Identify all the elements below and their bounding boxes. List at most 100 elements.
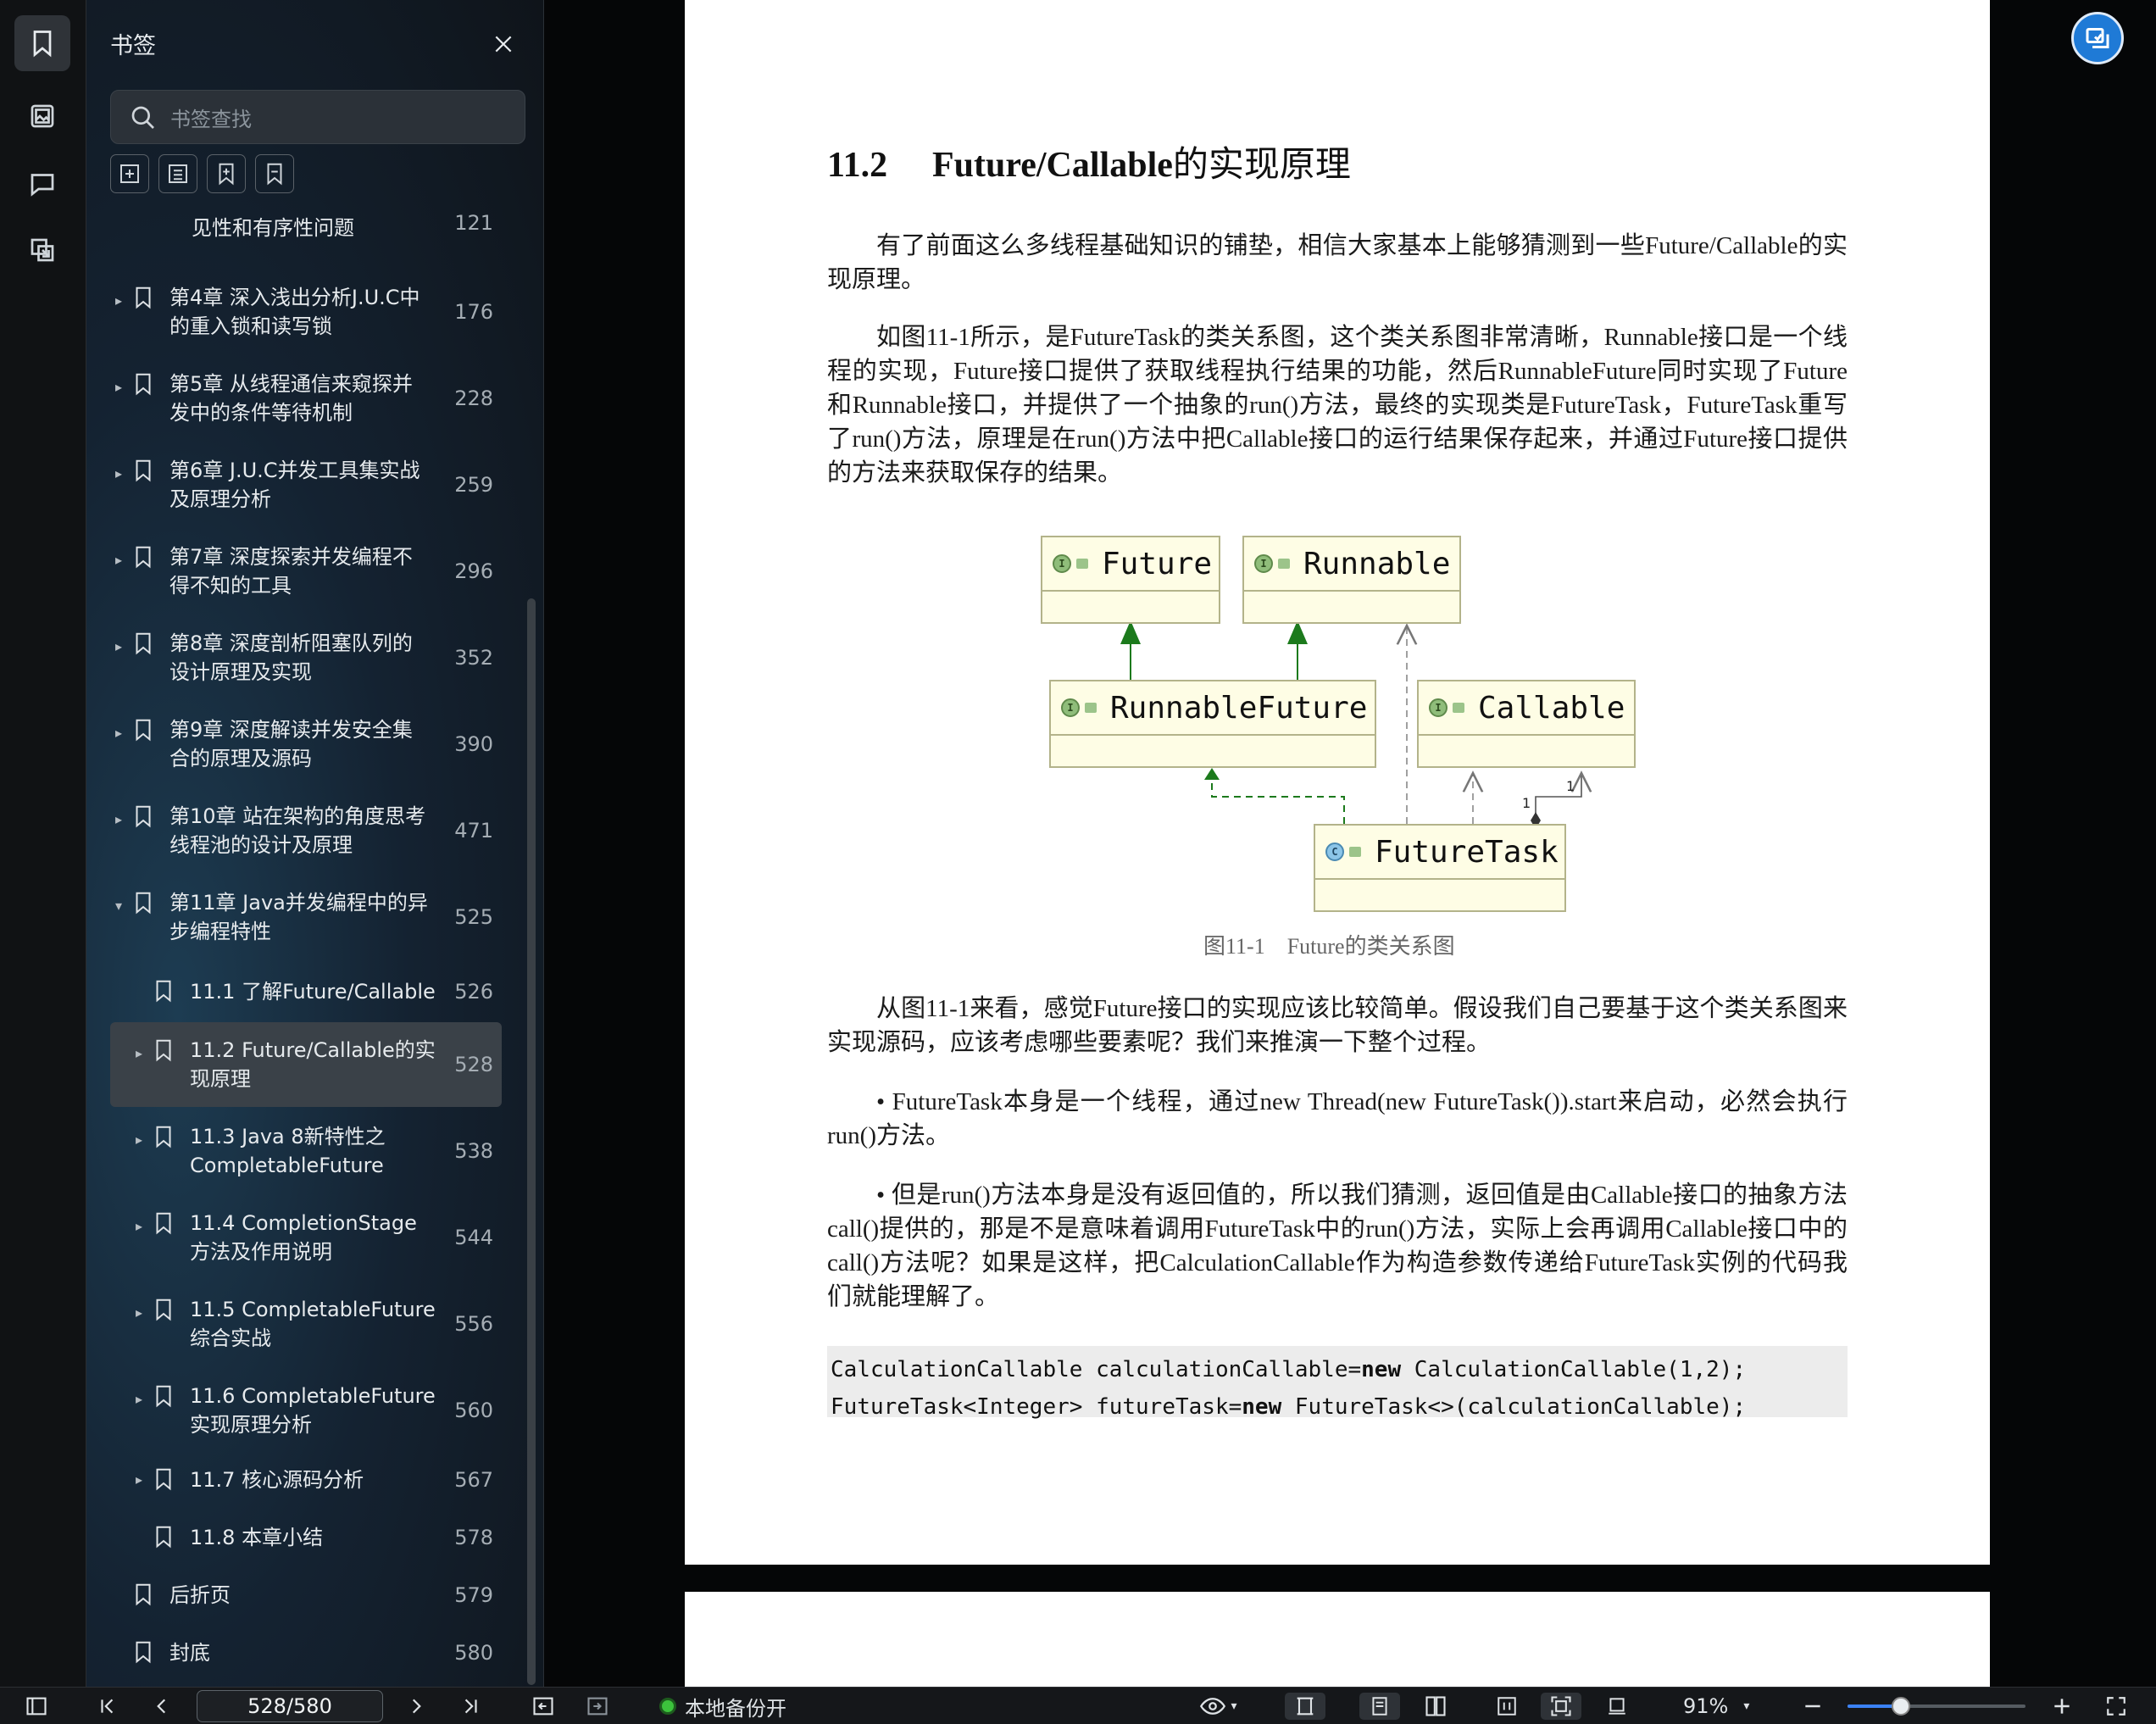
forward-button[interactable] (583, 1693, 612, 1720)
status-bar: 528/580 本地备份开 ▾ 91% ▾ (0, 1687, 2156, 1724)
public-icon (1349, 847, 1361, 857)
bookmark-item[interactable]: ▸ 第8章 深度剖析阻塞队列的设计原理及实现 352 (110, 629, 502, 687)
caret-right-icon[interactable]: ▸ (131, 1385, 147, 1414)
bookmark-item[interactable]: ▸ 11.3 Java 8新特性之CompletableFuture 538 (110, 1122, 502, 1180)
bookmark-icon (33, 31, 52, 58)
extract-panel-button[interactable] (14, 222, 70, 278)
caret-right-icon[interactable]: ▸ (110, 459, 127, 488)
bookmark-item[interactable]: ▸ 第4章 深入浅出分析J.U.C中的重入锁和读写锁 176 (110, 283, 502, 341)
section-title-en: Future/Callable (932, 146, 1173, 185)
last-page-button[interactable] (456, 1693, 485, 1720)
bookmark-item[interactable]: 11.8 本章小结 578 (110, 1521, 502, 1554)
public-icon (1076, 559, 1088, 569)
bookmark-item[interactable]: 见性和有序性问题 121 (110, 211, 502, 251)
chevron-down-icon: ▾ (1743, 1699, 1750, 1713)
bookmark-icon (156, 1299, 171, 1321)
first-page-button[interactable] (93, 1693, 122, 1720)
caret-right-icon[interactable]: ▸ (110, 719, 127, 748)
view-mode-dropdown[interactable]: ▾ (1193, 1693, 1244, 1720)
single-page-button[interactable] (1359, 1693, 1400, 1720)
zoom-in-button[interactable] (2048, 1693, 2076, 1720)
bookmark-scrollbar[interactable] (527, 598, 536, 1685)
remove-bookmark-button[interactable] (255, 154, 294, 193)
multiplicity-label: 1 (1566, 778, 1575, 794)
bookmark-item-selected[interactable]: ▸ 11.2 Future/Callable的实现原理 528 (110, 1022, 502, 1107)
fit-page-button[interactable] (1541, 1693, 1581, 1720)
caret-down-icon[interactable]: ▾ (110, 892, 127, 920)
code-keyword: new (1242, 1394, 1282, 1420)
image-icon (31, 104, 54, 128)
class-icon: C (1325, 843, 1344, 861)
caret-right-icon[interactable]: ▸ (110, 805, 127, 834)
bookmark-label: 第5章 从线程通信来窥探并发中的条件等待机制 (169, 372, 413, 425)
prev-page-button[interactable] (147, 1693, 176, 1720)
comment-icon (31, 174, 54, 197)
bookmark-icon (156, 980, 171, 1003)
public-icon (1278, 559, 1290, 569)
bookmark-label: 后折页 (169, 1583, 231, 1607)
close-panel-button[interactable] (485, 25, 522, 63)
zoom-slider-knob[interactable] (1892, 1697, 1910, 1716)
annotation-panel-button[interactable] (14, 156, 70, 212)
bookmark-item[interactable]: 封底 580 (110, 1636, 502, 1670)
caret-right-icon[interactable]: ▸ (131, 1039, 147, 1068)
interface-icon: I (1429, 698, 1448, 717)
back-button[interactable] (529, 1693, 558, 1720)
actual-size-icon (1498, 1697, 1516, 1716)
caret-right-icon[interactable]: ▸ (131, 1126, 147, 1154)
thumbnail-panel-button[interactable] (14, 88, 70, 144)
search-icon (131, 106, 154, 129)
zoom-dropdown[interactable]: 91% ▾ (1683, 1693, 1776, 1720)
caret-right-icon[interactable]: ▸ (131, 1299, 147, 1327)
backup-status[interactable]: 本地备份开 (659, 1693, 897, 1721)
uml-class-runnable: I Runnable (1242, 536, 1461, 624)
next-page-button[interactable] (402, 1693, 431, 1720)
bookmark-search-input[interactable]: 书签查找 (110, 90, 525, 144)
bookmark-item[interactable]: ▸ 11.7 核心源码分析 567 (110, 1463, 502, 1497)
minus-icon (1805, 1705, 1820, 1708)
bookmark-list: 见性和有序性问题 121 ▸ 第4章 深入浅出分析J.U.C中的重入锁和读写锁 … (86, 210, 527, 1687)
bookmark-item[interactable]: 后折页 579 (110, 1578, 502, 1612)
bookmark-item[interactable]: ▸ 第10章 站在架构的角度思考线程池的设计及原理 471 (110, 802, 502, 859)
zoom-out-button[interactable] (1798, 1693, 1827, 1720)
bookmark-page: 528 (454, 1053, 493, 1076)
caret-right-icon[interactable]: ▸ (110, 286, 127, 315)
rotate-button[interactable] (1597, 1693, 1637, 1720)
bookmark-item[interactable]: ▸ 第9章 深度解读并发安全集合的原理及源码 390 (110, 715, 502, 773)
bookmark-page: 538 (454, 1139, 493, 1163)
bookmark-item[interactable]: ▸ 第6章 J.U.C并发工具集实战及原理分析 259 (110, 456, 502, 514)
fit-width-button[interactable] (1285, 1693, 1325, 1720)
zoom-slider[interactable] (1848, 1697, 2025, 1716)
bookmark-item[interactable]: ▸ 11.6 CompletableFuture实现原理分析 560 (110, 1382, 502, 1439)
bookmark-item[interactable]: ▸ 11.4 CompletionStage方法及作用说明 544 (110, 1209, 502, 1266)
expand-all-button[interactable] (110, 154, 149, 193)
class-name: Runnable (1303, 546, 1451, 581)
double-page-button[interactable] (1415, 1693, 1456, 1720)
add-bookmark-button[interactable] (207, 154, 246, 193)
first-page-icon (101, 1699, 114, 1714)
fit-page-icon (1551, 1696, 1571, 1716)
sync-button[interactable] (2071, 12, 2124, 64)
toggle-sidebar-button[interactable] (22, 1693, 51, 1720)
bookmark-panel-button[interactable] (14, 15, 70, 71)
caret-right-icon[interactable]: ▸ (131, 1212, 147, 1241)
caret-right-icon[interactable]: ▸ (131, 1465, 147, 1494)
page-number-input[interactable]: 528/580 (197, 1690, 383, 1722)
caret-right-icon[interactable]: ▸ (110, 632, 127, 661)
bookmark-item[interactable]: ▾ 第11章 Java并发编程中的异步编程特性 525 (110, 888, 502, 946)
bookmark-remove-icon (267, 163, 282, 186)
collapse-all-button[interactable] (158, 154, 197, 193)
bookmark-icon (156, 1385, 171, 1408)
caret-right-icon[interactable]: ▸ (110, 373, 127, 402)
actual-size-button[interactable] (1486, 1693, 1527, 1720)
fullscreen-icon (2107, 1697, 2125, 1716)
public-icon (1085, 703, 1097, 713)
bookmark-item[interactable]: 11.1 了解Future/Callable 526 (110, 975, 502, 1009)
caret-right-icon[interactable]: ▸ (110, 546, 127, 575)
code-text: CalculationCallable(1,2); (1401, 1357, 1747, 1382)
bookmark-item[interactable]: ▸ 11.5 CompletableFuture综合实战 556 (110, 1295, 502, 1353)
bookmark-icon (136, 373, 151, 396)
bookmark-item[interactable]: ▸ 第7章 深度探索并发编程不得不知的工具 296 (110, 542, 502, 600)
bookmark-item[interactable]: ▸ 第5章 从线程通信来窥探并发中的条件等待机制 228 (110, 370, 502, 427)
fullscreen-button[interactable] (2102, 1693, 2131, 1720)
